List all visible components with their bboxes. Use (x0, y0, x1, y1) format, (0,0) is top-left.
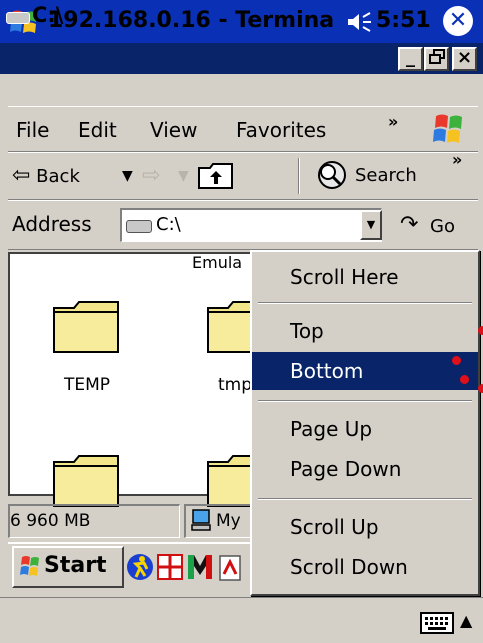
back-label: Back (36, 166, 80, 187)
go-arrow-icon[interactable]: ↷ (400, 210, 418, 240)
address-value[interactable]: C:\ (156, 210, 181, 240)
folder-label-partial[interactable]: Emula (192, 252, 242, 274)
tap-marker (478, 384, 483, 393)
menu-item-page-down[interactable]: Page Down (252, 450, 478, 488)
folder-label[interactable]: tmp (218, 374, 252, 396)
runner-app-icon[interactable] (126, 552, 154, 582)
menu-file[interactable]: File (16, 107, 49, 153)
app-title: 192.168.0.16 - Termina (48, 8, 335, 33)
window-title: C:\ (32, 3, 64, 27)
my-computer-icon (191, 509, 211, 531)
back-button[interactable]: ⇦ Back (12, 160, 80, 192)
menu-edit[interactable]: Edit (78, 107, 117, 153)
menu-bar: File Edit View Favorites » (8, 106, 478, 152)
maximize-button[interactable] (424, 47, 449, 71)
drive-icon (126, 220, 152, 233)
drive-icon (6, 12, 30, 24)
status-location: My (216, 511, 241, 531)
menu-item-page-up[interactable]: Page Up (252, 410, 478, 448)
input-panel-arrow-icon[interactable]: ▲ (460, 608, 472, 634)
input-panel-bar (0, 597, 483, 643)
speaker-icon[interactable] (346, 11, 372, 33)
folder-label[interactable]: TEMP (64, 374, 110, 396)
forward-dropdown-icon[interactable]: ▼ (178, 160, 189, 192)
tap-marker (478, 326, 483, 335)
back-dropdown-icon[interactable]: ▼ (122, 160, 133, 192)
status-free-space: 6 960 MB (10, 511, 91, 531)
address-label: Address (12, 212, 92, 236)
menu-item-scroll-here[interactable]: Scroll Here (252, 258, 478, 296)
folder-icon[interactable] (52, 298, 120, 354)
menu-item-bottom[interactable]: Bottom (252, 352, 478, 390)
menu-view[interactable]: View (150, 107, 197, 153)
clock[interactable]: 5:51 (376, 5, 431, 37)
start-label[interactable]: Start (44, 550, 107, 582)
menu-overflow-chevron[interactable]: » (388, 99, 398, 145)
tap-marker (460, 375, 469, 384)
menu-item-top[interactable]: Top (252, 312, 478, 350)
forward-arrow-icon[interactable]: ⇨ (142, 160, 160, 192)
start-flag-icon (20, 556, 39, 576)
up-folder-icon[interactable] (196, 160, 236, 192)
go-button[interactable]: Go (430, 212, 455, 242)
toolbar-separator (298, 158, 300, 194)
toolbar-overflow-chevron[interactable]: » (452, 150, 462, 169)
menu-separator (258, 400, 472, 402)
tap-marker (452, 356, 461, 365)
document-app-icon[interactable] (216, 552, 244, 582)
search-icon[interactable] (310, 158, 354, 196)
search-label[interactable]: Search (355, 160, 417, 192)
menu-item-scroll-up[interactable]: Scroll Up (252, 508, 478, 546)
menu-separator (258, 498, 472, 500)
m-app-icon[interactable] (186, 552, 214, 582)
window-close-button[interactable]: × (452, 47, 477, 71)
address-dropdown-button[interactable]: ▼ (360, 210, 382, 240)
close-app-button[interactable]: ✕ (443, 6, 473, 36)
grid-app-icon[interactable] (156, 552, 184, 582)
windows-flag-icon (433, 114, 462, 143)
restore-icon (428, 49, 445, 64)
menu-favorites[interactable]: Favorites (236, 107, 326, 153)
minimize-button[interactable]: _ (398, 47, 423, 71)
menu-separator (258, 302, 472, 304)
menu-item-scroll-down[interactable]: Scroll Down (252, 548, 478, 586)
keyboard-icon[interactable] (420, 612, 454, 634)
back-arrow-icon: ⇦ (12, 163, 31, 188)
